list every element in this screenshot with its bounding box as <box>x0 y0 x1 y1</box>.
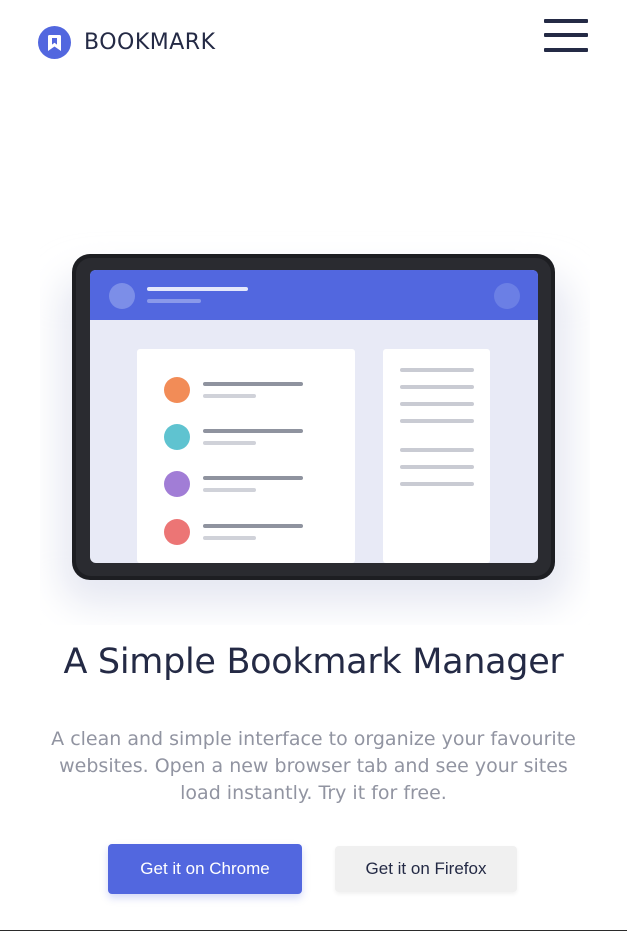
list-item-dot <box>164 377 190 403</box>
hero-description: A clean and simple interface to organize… <box>51 728 576 804</box>
hero-headline: A Simple Bookmark Manager <box>63 642 564 682</box>
get-firefox-button[interactable]: Get it on Firefox <box>335 846 517 892</box>
list-item-dot <box>164 519 190 545</box>
get-firefox-button-label: Get it on Firefox <box>365 859 487 878</box>
get-chrome-button-label: Get it on Chrome <box>140 859 270 878</box>
get-chrome-button[interactable]: Get it on Chrome <box>108 844 302 894</box>
list-item-dot <box>164 471 190 497</box>
bookmark-icon <box>38 26 71 59</box>
brand-logo-link[interactable]: BOOKMARK <box>38 26 216 59</box>
list-item-dot <box>164 424 190 450</box>
brand-name: BOOKMARK <box>84 30 216 55</box>
hamburger-menu-icon[interactable] <box>544 19 588 52</box>
tablet-bookmark-app-illustration <box>40 225 590 625</box>
landing-page: BOOKMARK A Simple Bookmark Manager A cle… <box>0 0 627 931</box>
